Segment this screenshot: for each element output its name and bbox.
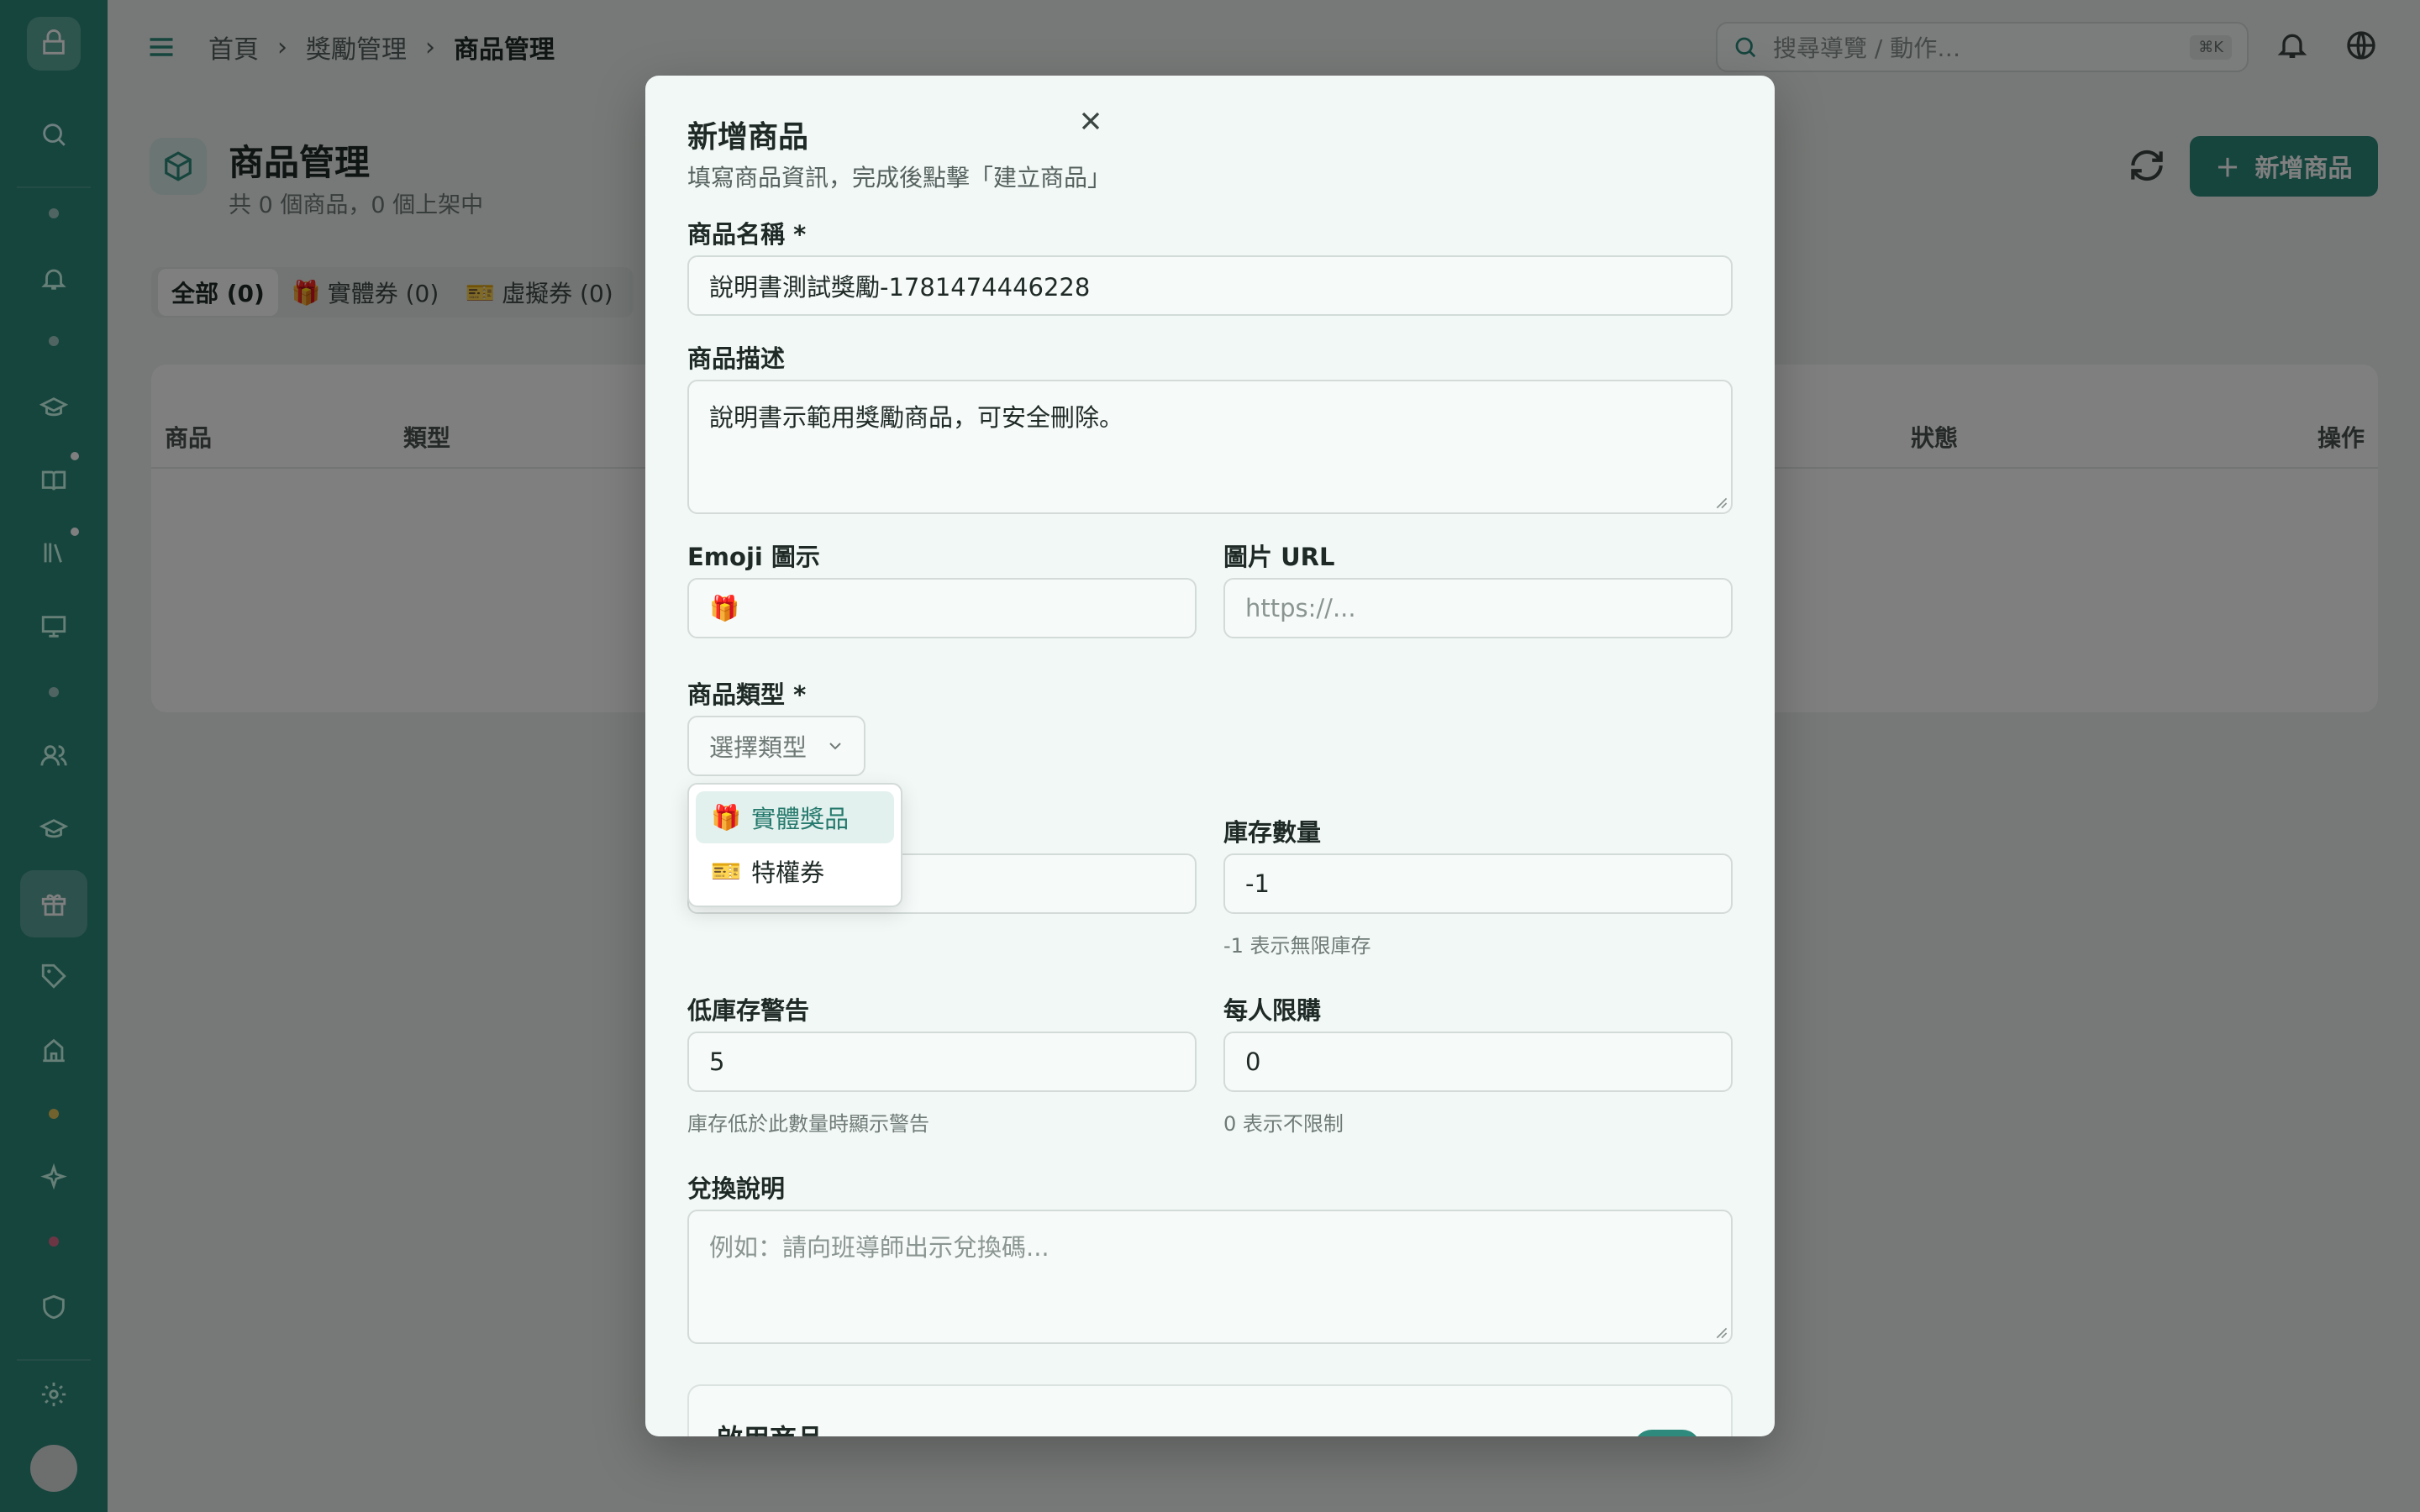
low-stock-hint: 庫存低於此數量時顯示警告 [687, 1112, 929, 1136]
resize-handle-icon[interactable] [1716, 497, 1728, 509]
ticket-icon: 🎫 [711, 856, 742, 885]
low-stock-label: 低庫存警告 [687, 996, 810, 1025]
type-option-physical[interactable]: 🎁 實體獎品 [696, 791, 894, 843]
name-field[interactable]: 說明書測試獎勵-1781474446228 [687, 255, 1733, 316]
resize-handle-icon[interactable] [1716, 1327, 1728, 1339]
purchase-limit-label: 每人限購 [1223, 996, 1322, 1025]
enable-section: 啟用商品 [645, 1378, 1775, 1436]
image-url-field[interactable]: https://... [1223, 578, 1733, 638]
description-label: 商品描述 [687, 344, 786, 373]
option-label: 實體獎品 [751, 805, 850, 833]
description-textarea[interactable]: 說明書示範用獎勵商品，可安全刪除。 [687, 380, 1733, 514]
close-icon[interactable] [1076, 106, 1106, 136]
redeem-placeholder: 例如：請向班導師出示兌換碼... [709, 1233, 1050, 1262]
redeem-label: 兌換說明 [687, 1174, 786, 1203]
enable-label: 啟用商品 [716, 1418, 823, 1436]
dialog-description: 填寫商品資訊，完成後點擊「建立商品」 [687, 164, 1112, 192]
image-url-label: 圖片 URL [1223, 543, 1335, 571]
low-stock-field[interactable]: 5 [687, 1032, 1197, 1092]
gift-icon: 🎁 [711, 802, 742, 832]
emoji-label: Emoji 圖示 [687, 543, 820, 571]
image-url-placeholder: https://... [1245, 594, 1356, 622]
name-label: 商品名稱 * [687, 220, 807, 249]
type-label: 商品類型 * [687, 680, 807, 709]
type-dropdown-menu: 🎁 實體獎品 🎫 特權券 [687, 783, 902, 907]
purchase-limit-value: 0 [1245, 1047, 1261, 1076]
redeem-textarea[interactable]: 例如：請向班導師出示兌換碼... [687, 1210, 1733, 1344]
stock-hint: -1 表示無限庫存 [1223, 934, 1371, 958]
description-value: 說明書示範用獎勵商品，可安全刪除。 [709, 403, 1124, 432]
stock-label: 庫存數量 [1223, 818, 1322, 847]
stock-field[interactable]: -1 [1223, 853, 1733, 914]
type-placeholder: 選擇類型 [709, 733, 808, 762]
enable-card [687, 1384, 1733, 1436]
type-select[interactable]: 選擇類型 [687, 716, 865, 776]
emoji-field[interactable]: 🎁 [687, 578, 1197, 638]
dialog-title: 新增商品 [687, 120, 809, 155]
name-value: 說明書測試獎勵-1781474446228 [709, 273, 1091, 302]
chevron-down-icon [829, 743, 841, 750]
purchase-limit-field[interactable]: 0 [1223, 1032, 1733, 1092]
stock-value: -1 [1245, 869, 1270, 898]
low-stock-value: 5 [709, 1047, 725, 1076]
purchase-limit-hint: 0 表示不限制 [1223, 1112, 1344, 1136]
type-option-privilege[interactable]: 🎫 特權券 [696, 845, 894, 897]
gift-emoji-icon: 🎁 [709, 593, 740, 622]
option-label: 特權券 [751, 858, 825, 887]
